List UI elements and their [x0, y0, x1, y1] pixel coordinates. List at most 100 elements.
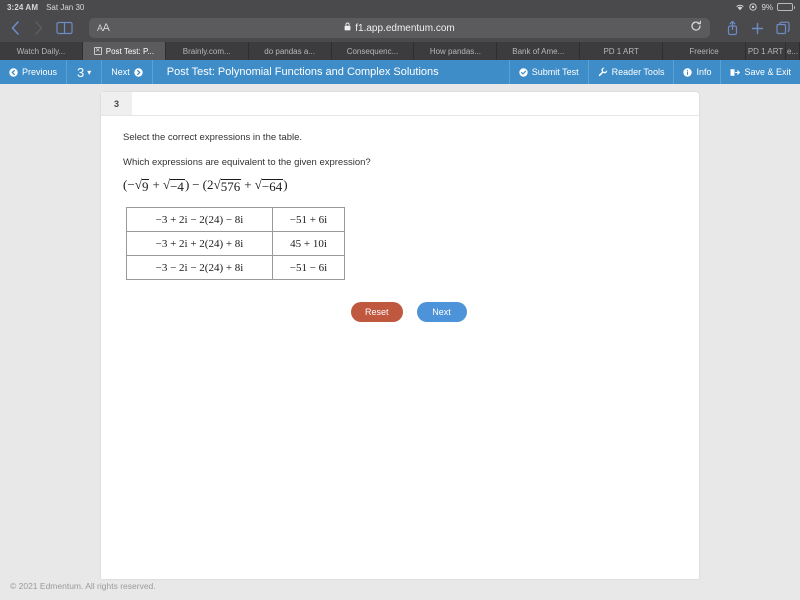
table-row: −3 + 2i + 2(24) + 8i 45 + 10i — [126, 231, 345, 256]
tab-label: Freerice — [689, 46, 719, 56]
page-selector[interactable]: 3 ▾ — [67, 60, 103, 84]
radicand: −4 — [170, 179, 185, 194]
info-button[interactable]: Info — [673, 60, 720, 84]
question-body: Select the correct expressions in the ta… — [101, 116, 699, 338]
page-number: 3 — [77, 64, 85, 80]
battery-icon — [777, 3, 795, 11]
chevron-down-icon: ▾ — [87, 67, 92, 77]
choice-cell[interactable]: −3 + 2i + 2(24) + 8i — [126, 231, 273, 256]
question-number-row: 3 — [101, 92, 699, 116]
url-display: f1.app.edmentum.com — [89, 22, 710, 34]
url-text: f1.app.edmentum.com — [355, 22, 455, 34]
page-content-area: 3 Select the correct expressions in the … — [0, 84, 800, 600]
lock-icon — [344, 22, 351, 34]
reload-icon[interactable] — [690, 19, 702, 37]
save-exit-button[interactable]: Save & Exit — [720, 60, 800, 84]
radical-neg4: √ −4 — [162, 177, 185, 194]
check-circle-icon — [519, 67, 528, 77]
browser-tab[interactable]: Freerice — [663, 42, 747, 60]
tab-label: PD 1 ART — [747, 46, 784, 56]
reader-tools-label: Reader Tools — [611, 67, 665, 77]
battery-percent-label: 9% — [761, 2, 773, 12]
safari-toolbar: AA f1.app.edmentum.com — [0, 14, 800, 42]
radicand: 576 — [220, 179, 242, 194]
expr-plus-2: + — [244, 177, 252, 192]
navbar-actions: Submit Test Reader Tools Info Save & Exi… — [508, 60, 800, 84]
previous-label: Previous — [22, 67, 58, 77]
submit-test-label: Submit Test — [531, 67, 579, 77]
url-bar[interactable]: AA f1.app.edmentum.com — [89, 18, 710, 38]
tab-label: Post Test: P... — [105, 46, 154, 56]
next-question-button[interactable]: Next — [416, 302, 467, 322]
next-label: Next — [111, 67, 130, 77]
tab-label: PD 1 ART — [603, 46, 639, 56]
wrench-icon — [598, 67, 608, 77]
radicand: 9 — [141, 179, 150, 194]
info-label: Info — [696, 67, 712, 77]
browser-tab[interactable]: PD 1 ART — [746, 42, 787, 60]
question-prompt: Which expressions are equivalent to the … — [123, 157, 371, 168]
wifi-icon — [735, 3, 745, 11]
status-time: 3:24 AM — [7, 2, 39, 12]
browser-tab-active[interactable]: ✕ Post Test: P... — [82, 42, 166, 60]
save-exit-label: Save & Exit — [744, 67, 791, 77]
ios-status-bar: 3:24 AM Sat Jan 30 9% — [0, 0, 800, 14]
location-icon — [749, 3, 758, 11]
browser-tab[interactable]: Bank of Ame... — [497, 42, 581, 60]
close-icon[interactable]: ✕ — [93, 47, 102, 55]
next-button[interactable]: Next — [102, 60, 153, 84]
expr-minus: − — [192, 177, 200, 192]
plus-icon[interactable] — [751, 22, 764, 35]
status-indicators: 9% — [735, 2, 795, 12]
question-actions: Reset Next — [123, 302, 677, 322]
table-row: −3 + 2i − 2(24) − 8i −51 + 6i — [126, 207, 345, 232]
tab-strip: Watch Daily... ✕ Post Test: P... Brainly… — [0, 42, 800, 60]
given-expression: (− √ 9 + √ −4) − (2 √ 576 + √ −64) — [123, 177, 677, 193]
question-number: 3 — [101, 92, 132, 115]
previous-button[interactable]: Previous — [0, 60, 68, 84]
browser-tab[interactable]: e... — [786, 42, 800, 60]
expr-plus-1: + — [152, 177, 160, 192]
tab-label: Bank of Ame... — [512, 46, 565, 56]
table-row: −3 − 2i − 2(24) + 8i −51 − 6i — [126, 255, 345, 280]
browser-tab[interactable]: Watch Daily... — [0, 42, 83, 60]
radicand: −64 — [261, 179, 284, 194]
expr-close-paren-2: ) — [283, 177, 288, 192]
choice-cell[interactable]: 45 + 10i — [272, 231, 345, 256]
radical-576: √ 576 — [213, 177, 242, 194]
text-size-button[interactable]: AA — [97, 22, 110, 34]
tab-label: How pandas... — [429, 46, 481, 56]
choice-cell[interactable]: −3 − 2i − 2(24) + 8i — [126, 255, 273, 280]
footer-copyright: © 2021 Edmentum. All rights reserved. — [10, 581, 156, 591]
page-title: Post Test: Polynomial Functions and Comp… — [166, 66, 439, 78]
submit-test-button[interactable]: Submit Test — [508, 60, 588, 84]
choice-cell[interactable]: −3 + 2i − 2(24) − 8i — [126, 207, 273, 232]
browser-tab[interactable]: PD 1 ART — [580, 42, 664, 60]
choice-cell[interactable]: −51 − 6i — [272, 255, 345, 280]
radical-neg64: √ −64 — [254, 177, 284, 194]
share-icon[interactable] — [726, 20, 739, 36]
reader-tools-button[interactable]: Reader Tools — [587, 60, 674, 84]
browser-tab[interactable]: How pandas... — [414, 42, 498, 60]
browser-tab[interactable]: Brainly.com... — [166, 42, 249, 60]
answer-choice-table: −3 + 2i − 2(24) − 8i −51 + 6i −3 + 2i + … — [126, 207, 345, 280]
back-chevron-icon[interactable] — [10, 20, 21, 36]
forward-chevron-icon[interactable] — [33, 20, 44, 36]
circle-left-arrow-icon — [9, 67, 18, 77]
info-circle-icon — [683, 67, 693, 77]
question-card: 3 Select the correct expressions in the … — [101, 92, 699, 579]
reset-button[interactable]: Reset — [351, 302, 403, 322]
choice-cell[interactable]: −51 + 6i — [272, 207, 345, 232]
book-icon[interactable] — [56, 21, 73, 35]
ipad-safari-window: 3:24 AM Sat Jan 30 9% AA f1.app.edmentum… — [0, 0, 800, 600]
expr-negative-sign: − — [127, 177, 135, 192]
browser-tab[interactable]: do pandas a... — [249, 42, 332, 60]
tab-label: Brainly.com... — [182, 46, 231, 56]
tab-label: do pandas a... — [264, 46, 315, 56]
exit-arrow-icon — [730, 68, 741, 77]
browser-tab[interactable]: Consequenc... — [332, 42, 415, 60]
tab-label: Watch Daily... — [16, 46, 66, 56]
assessment-navbar: Previous 3 ▾ Next Post Test: Polynomial … — [0, 60, 800, 84]
tab-label: Consequenc... — [346, 46, 399, 56]
tabs-overview-icon[interactable] — [776, 21, 790, 35]
